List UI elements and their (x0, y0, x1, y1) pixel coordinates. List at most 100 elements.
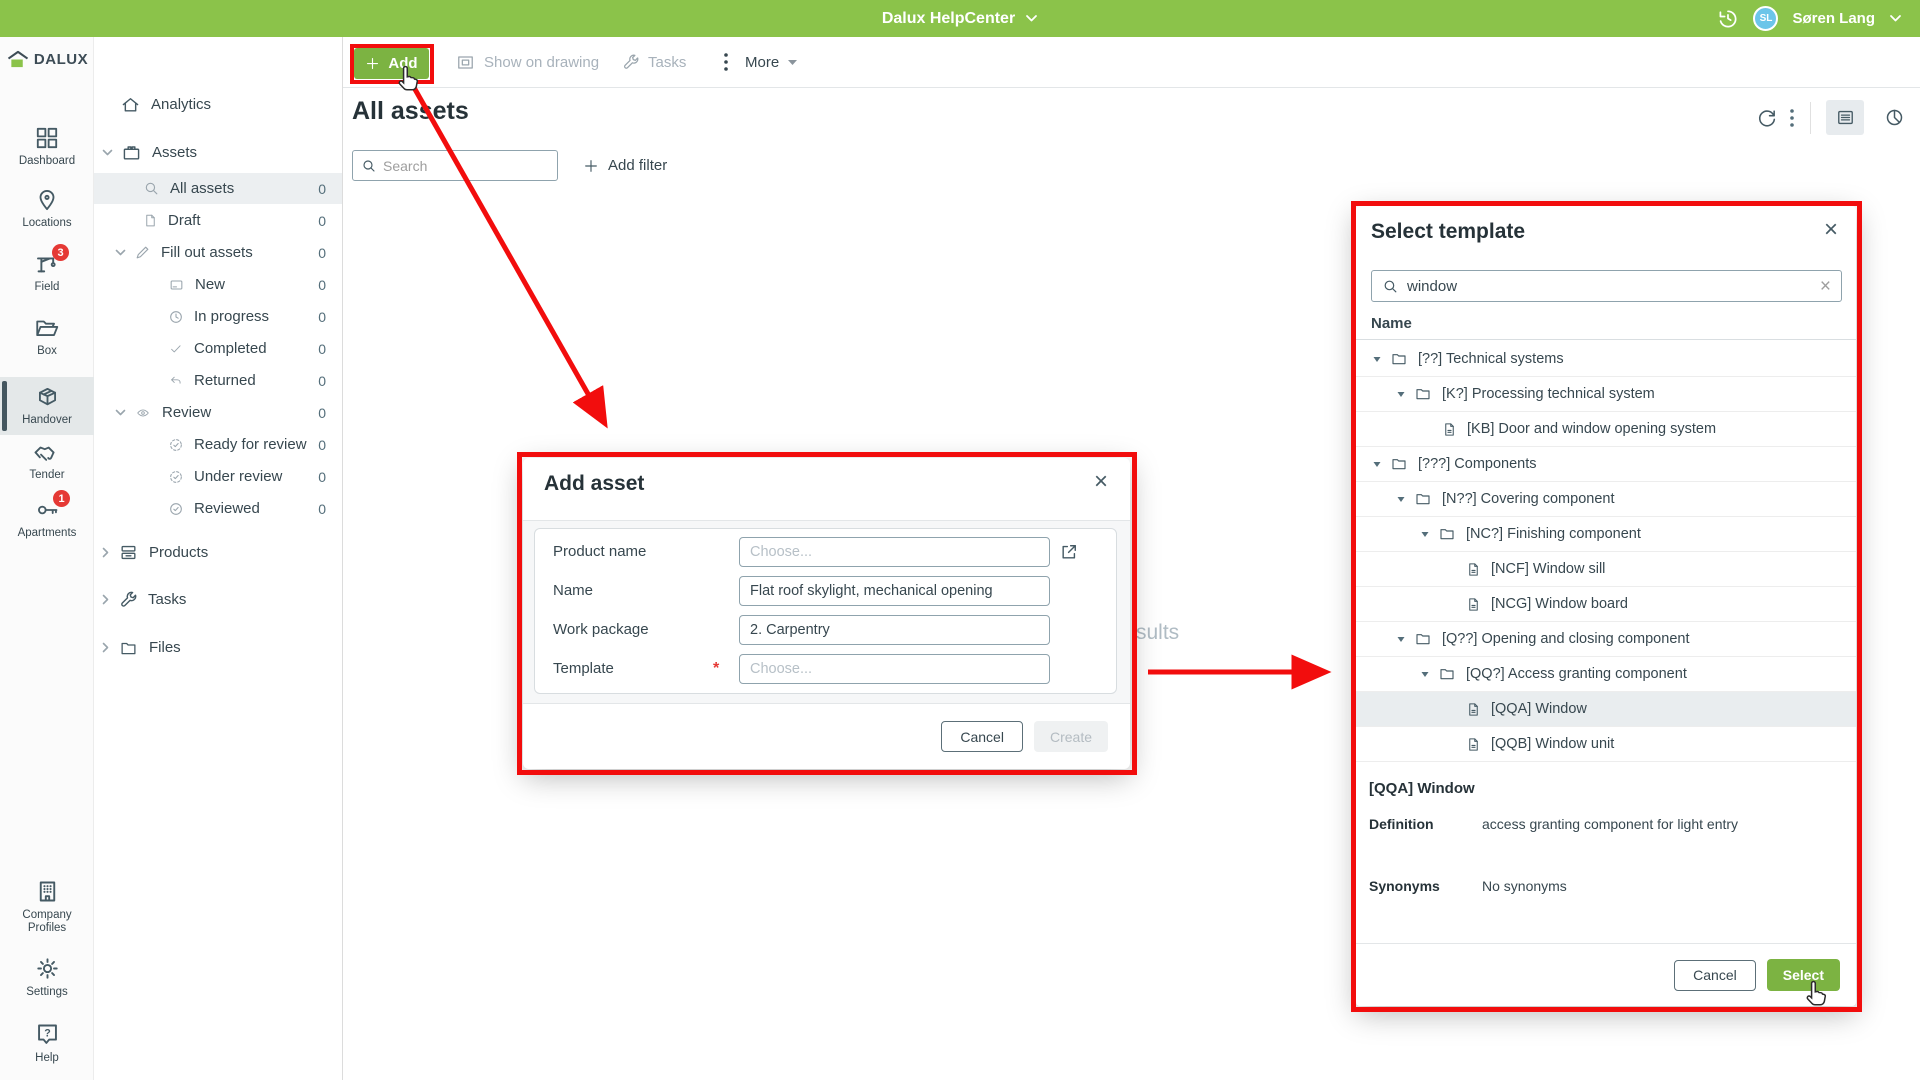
open-external-icon[interactable] (1059, 542, 1079, 562)
expander-down-icon[interactable] (1396, 494, 1406, 504)
card-icon (168, 277, 185, 293)
rail-item-locations[interactable]: Locations (0, 187, 94, 230)
sidebar-item-reviewed[interactable]: Reviewed 0 (94, 493, 342, 524)
chevron-down-icon (1025, 14, 1038, 23)
tree-row-folder[interactable]: [??] Technical systems (1356, 342, 1856, 377)
rail-item-help[interactable]: ? Help (0, 1021, 94, 1065)
rail-item-field[interactable]: Field 3 (0, 250, 94, 294)
template-doc-icon (1442, 421, 1457, 438)
count-badge: 0 (318, 437, 342, 453)
rail-item-settings[interactable]: Settings (0, 955, 94, 999)
tree-row-folder[interactable]: [???] Components (1356, 447, 1856, 482)
more-button[interactable]: More (745, 54, 798, 71)
rail-item-company-profiles[interactable]: Company Profiles (0, 878, 94, 935)
sidebar-item-review[interactable]: Review 0 (94, 397, 342, 428)
tasks-button[interactable]: Tasks (621, 53, 686, 72)
project-switcher[interactable]: Dalux HelpCenter (0, 0, 1920, 37)
template-search-input[interactable] (1407, 278, 1812, 295)
rail-item-box[interactable]: Box (0, 315, 94, 358)
sidebar-item-under-review[interactable]: Under review 0 (94, 461, 342, 492)
expander-down-icon[interactable] (1396, 634, 1406, 644)
drawing-icon (455, 53, 476, 72)
sidebar-item-assets[interactable]: Assets (94, 137, 342, 168)
expander-down-icon[interactable] (1372, 354, 1382, 364)
products-stack-icon (118, 543, 139, 562)
sidebar-item-new[interactable]: New 0 (94, 269, 342, 300)
rail-item-apartments[interactable]: Apartments 1 (0, 497, 94, 540)
tree-row-folder[interactable]: [K?] Processing technical system (1356, 377, 1856, 412)
count-badge: 0 (318, 373, 342, 389)
template-search[interactable]: × (1371, 270, 1842, 302)
close-icon[interactable]: × (1824, 218, 1838, 242)
tree-row-folder[interactable]: [QQ?] Access granting component (1356, 657, 1856, 692)
top-bar: Dalux HelpCenter SL Søren Lang (0, 0, 1920, 37)
work-package-input[interactable] (739, 615, 1050, 645)
rail-item-dashboard[interactable]: Dashboard (0, 125, 94, 168)
name-input[interactable] (739, 576, 1050, 606)
sidebar-item-tasks[interactable]: Tasks (94, 584, 342, 615)
rail-item-handover[interactable]: Handover (0, 377, 94, 435)
create-button[interactable]: Create (1034, 721, 1108, 752)
select-button[interactable]: Select (1767, 959, 1840, 991)
select-template-dialog: Select template × × Name [??] Technical … (1356, 206, 1856, 1006)
sidebar-item-draft[interactable]: Draft 0 (94, 205, 342, 236)
sidebar-item-ready-for-review[interactable]: Ready for review 0 (94, 429, 342, 460)
dalux-logo[interactable]: DALUX (0, 50, 94, 69)
tree-row-template[interactable]: [KB] Door and window opening system (1356, 412, 1856, 447)
refresh-icon[interactable] (1756, 107, 1778, 129)
tree-row-template[interactable]: [NCF] Window sill (1356, 552, 1856, 587)
eye-icon (134, 406, 152, 420)
folder-icon (1390, 456, 1408, 472)
chevron-down-icon (115, 409, 126, 417)
tree-row-folder[interactable]: [N??] Covering component (1356, 482, 1856, 517)
expander-down-icon[interactable] (1420, 669, 1430, 679)
template-input[interactable] (739, 654, 1050, 684)
asset-search[interactable] (352, 150, 558, 181)
product-name-input[interactable] (739, 537, 1050, 567)
cancel-button[interactable]: Cancel (1674, 960, 1756, 991)
sidebar-item-all-assets[interactable]: All assets 0 (94, 173, 342, 204)
tree-row-folder[interactable]: [Q??] Opening and closing component (1356, 622, 1856, 657)
clear-search-icon[interactable]: × (1820, 277, 1831, 296)
sidebar-item-completed[interactable]: Completed 0 (94, 333, 342, 364)
dashed-circle-check-icon (168, 469, 184, 485)
chevron-right-icon (102, 547, 110, 558)
search-input[interactable] (383, 158, 549, 174)
tree-row-template-selected[interactable]: [QQA] Window (1356, 692, 1856, 727)
add-button[interactable]: Add (354, 48, 429, 79)
expander-down-icon[interactable] (1396, 389, 1406, 399)
modal-body: Product name Name Work package Template … (523, 521, 1130, 703)
apartments-badge: 1 (53, 490, 70, 507)
expander-down-icon[interactable] (1420, 529, 1430, 539)
toolbar: Add Show on drawing Tasks More (343, 37, 1920, 88)
chart-view-button[interactable] (1875, 100, 1913, 135)
wrench-icon (621, 53, 640, 72)
title-kebab-icon[interactable] (1789, 108, 1795, 128)
sidebar-item-in-progress[interactable]: In progress 0 (94, 301, 342, 332)
rail-item-tender[interactable]: Tender (0, 441, 94, 482)
history-icon[interactable] (1716, 7, 1739, 30)
tree-row-template[interactable]: [NCG] Window board (1356, 587, 1856, 622)
sidebar-item-analytics[interactable]: Analytics (94, 89, 342, 120)
handshake-icon (32, 441, 62, 465)
add-filter-button[interactable]: Add filter (583, 150, 667, 181)
sidebar-item-returned[interactable]: Returned 0 (94, 365, 342, 396)
toolbar-kebab-icon[interactable] (723, 52, 729, 72)
expander-down-icon[interactable] (1372, 459, 1382, 469)
name-row: Name (535, 571, 1116, 610)
show-on-drawing-button[interactable]: Show on drawing (455, 53, 599, 72)
return-arrow-icon (168, 374, 184, 388)
list-view-button[interactable] (1826, 100, 1864, 135)
tree-row-template[interactable]: [QQB] Window unit (1356, 727, 1856, 762)
cancel-button[interactable]: Cancel (941, 721, 1023, 752)
avatar[interactable]: SL (1753, 6, 1778, 31)
folder-icon (1438, 526, 1456, 542)
sidebar-item-products[interactable]: Products (94, 537, 342, 568)
chevron-down-icon (102, 149, 113, 157)
user-menu-chevron-icon[interactable] (1889, 14, 1902, 23)
close-icon[interactable]: × (1094, 470, 1108, 494)
sidebar-item-fill-out-assets[interactable]: Fill out assets 0 (94, 237, 342, 268)
sidebar-item-files[interactable]: Files (94, 632, 342, 663)
tree-row-folder[interactable]: [NC?] Finishing component (1356, 517, 1856, 552)
dialog-footer: Cancel Select (1356, 944, 1856, 1006)
